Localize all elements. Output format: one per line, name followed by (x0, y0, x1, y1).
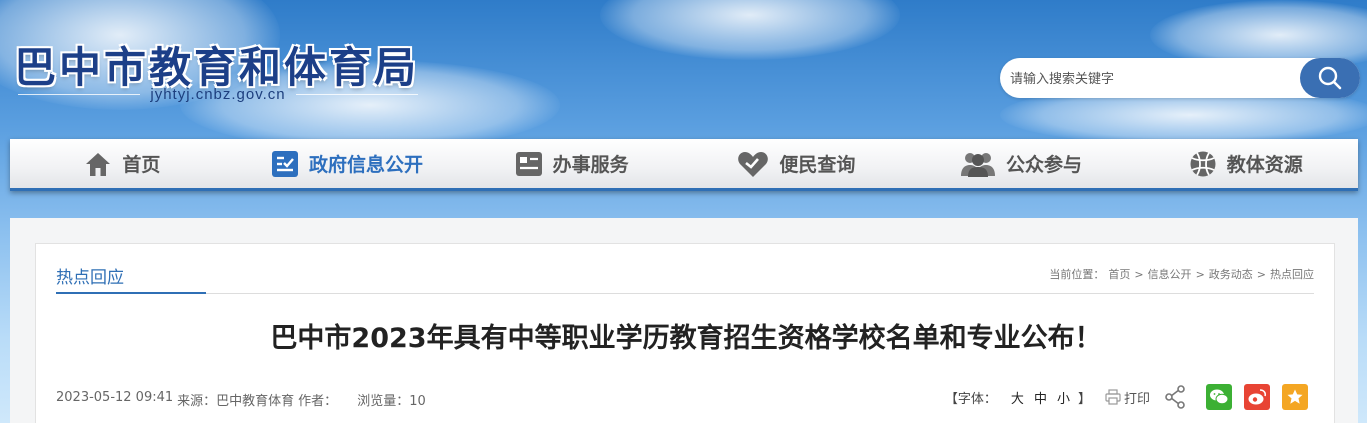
star-icon (1287, 389, 1303, 404)
share-weibo-button[interactable] (1244, 384, 1270, 410)
breadcrumb-separator: > (1195, 267, 1205, 281)
breadcrumb-prefix: 当前位置： (1049, 268, 1105, 281)
article-meta: 2023-05-12 09:41 来源：巴中教育体育 作者： 浏览量：10 (56, 390, 426, 409)
search-input[interactable] (1010, 58, 1300, 98)
font-size-small[interactable]: 小 (1055, 388, 1072, 407)
nav-item-education-resources[interactable]: 教体资源 (1133, 139, 1358, 188)
wechat-icon (1210, 389, 1229, 405)
publish-date: 2023-05-12 09:41 (56, 390, 174, 405)
breadcrumb-separator: > (1134, 267, 1144, 281)
basketball-icon (1190, 151, 1216, 176)
breadcrumb-info-disclosure[interactable]: 信息公开 (1148, 266, 1192, 282)
service-icon (515, 151, 542, 176)
search-button[interactable] (1300, 58, 1360, 98)
font-size-label: 【字体： (944, 391, 997, 407)
article-tools: 【字体： 大 中 小 】 打印 (945, 384, 1308, 410)
nav-item-label: 便民查询 (779, 154, 856, 176)
article-panel: 热点回应 当前位置： 首页 > 信息公开 > 政务动态 > 热点回应 巴中市20… (35, 243, 1335, 423)
home-icon (86, 152, 111, 176)
nav-item-info-disclosure[interactable]: 政府信息公开 (235, 139, 460, 188)
print-label: 打印 (1123, 391, 1150, 407)
nav-item-home[interactable]: 首页 (10, 139, 235, 188)
nav-item-label: 公众参与 (1006, 154, 1083, 176)
checklist-icon (272, 150, 298, 177)
font-size-medium[interactable]: 中 (1032, 388, 1049, 407)
printer-icon (1105, 389, 1121, 405)
nav-item-label: 政府信息公开 (309, 154, 424, 176)
nav-item-services[interactable]: 办事服务 (459, 139, 684, 188)
nav-item-label: 教体资源 (1226, 154, 1303, 176)
main-nav: 首页 政府信息公开 办事服务 便民查询 公众参与 教体资源 (10, 139, 1358, 191)
article-title: 巴中市2023年具有中等职业学历教育招生资格学校名单和专业公布！ (270, 323, 1102, 354)
breadcrumb-hot-response[interactable]: 热点回应 (1270, 266, 1314, 282)
section-title: 热点回应 (56, 268, 124, 288)
article-author: 作者： (298, 394, 338, 409)
nav-item-public-participation[interactable]: 公众参与 (909, 139, 1134, 188)
page-header: 巴中市教育和体育局 jyhtyj.cnbz.gov.cn (0, 0, 1367, 150)
weibo-icon (1248, 389, 1267, 405)
nav-item-label: 首页 (122, 154, 161, 176)
people-icon (961, 152, 996, 177)
title-divider (56, 293, 1314, 294)
section-title-underline (56, 292, 206, 294)
nav-item-public-query[interactable]: 便民查询 (684, 139, 909, 188)
font-size-close: 】 (1077, 391, 1091, 407)
heart-query-icon (738, 151, 769, 177)
nav-item-label: 办事服务 (552, 154, 629, 176)
search-box (1000, 58, 1360, 98)
article-source: 来源：巴中教育体育 (177, 394, 295, 409)
site-domain: jyhtyj.cnbz.gov.cn (18, 84, 418, 104)
breadcrumb-gov-news[interactable]: 政务动态 (1209, 266, 1253, 282)
favorite-button[interactable] (1282, 384, 1308, 410)
share-icon[interactable] (1164, 385, 1186, 409)
search-icon (1318, 66, 1342, 90)
breadcrumb-separator: > (1256, 267, 1266, 281)
share-wechat-button[interactable] (1206, 384, 1232, 410)
font-size-large[interactable]: 大 (1009, 388, 1026, 407)
breadcrumb-home[interactable]: 首页 (1108, 266, 1130, 282)
content-area: 热点回应 当前位置： 首页 > 信息公开 > 政务动态 > 热点回应 巴中市20… (10, 218, 1358, 423)
print-button[interactable]: 打印 (1105, 388, 1150, 407)
breadcrumb: 当前位置： 首页 > 信息公开 > 政务动态 > 热点回应 (1049, 266, 1314, 282)
view-count: 浏览量：10 (357, 394, 426, 409)
site-domain-text: jyhtyj.cnbz.gov.cn (150, 85, 286, 103)
